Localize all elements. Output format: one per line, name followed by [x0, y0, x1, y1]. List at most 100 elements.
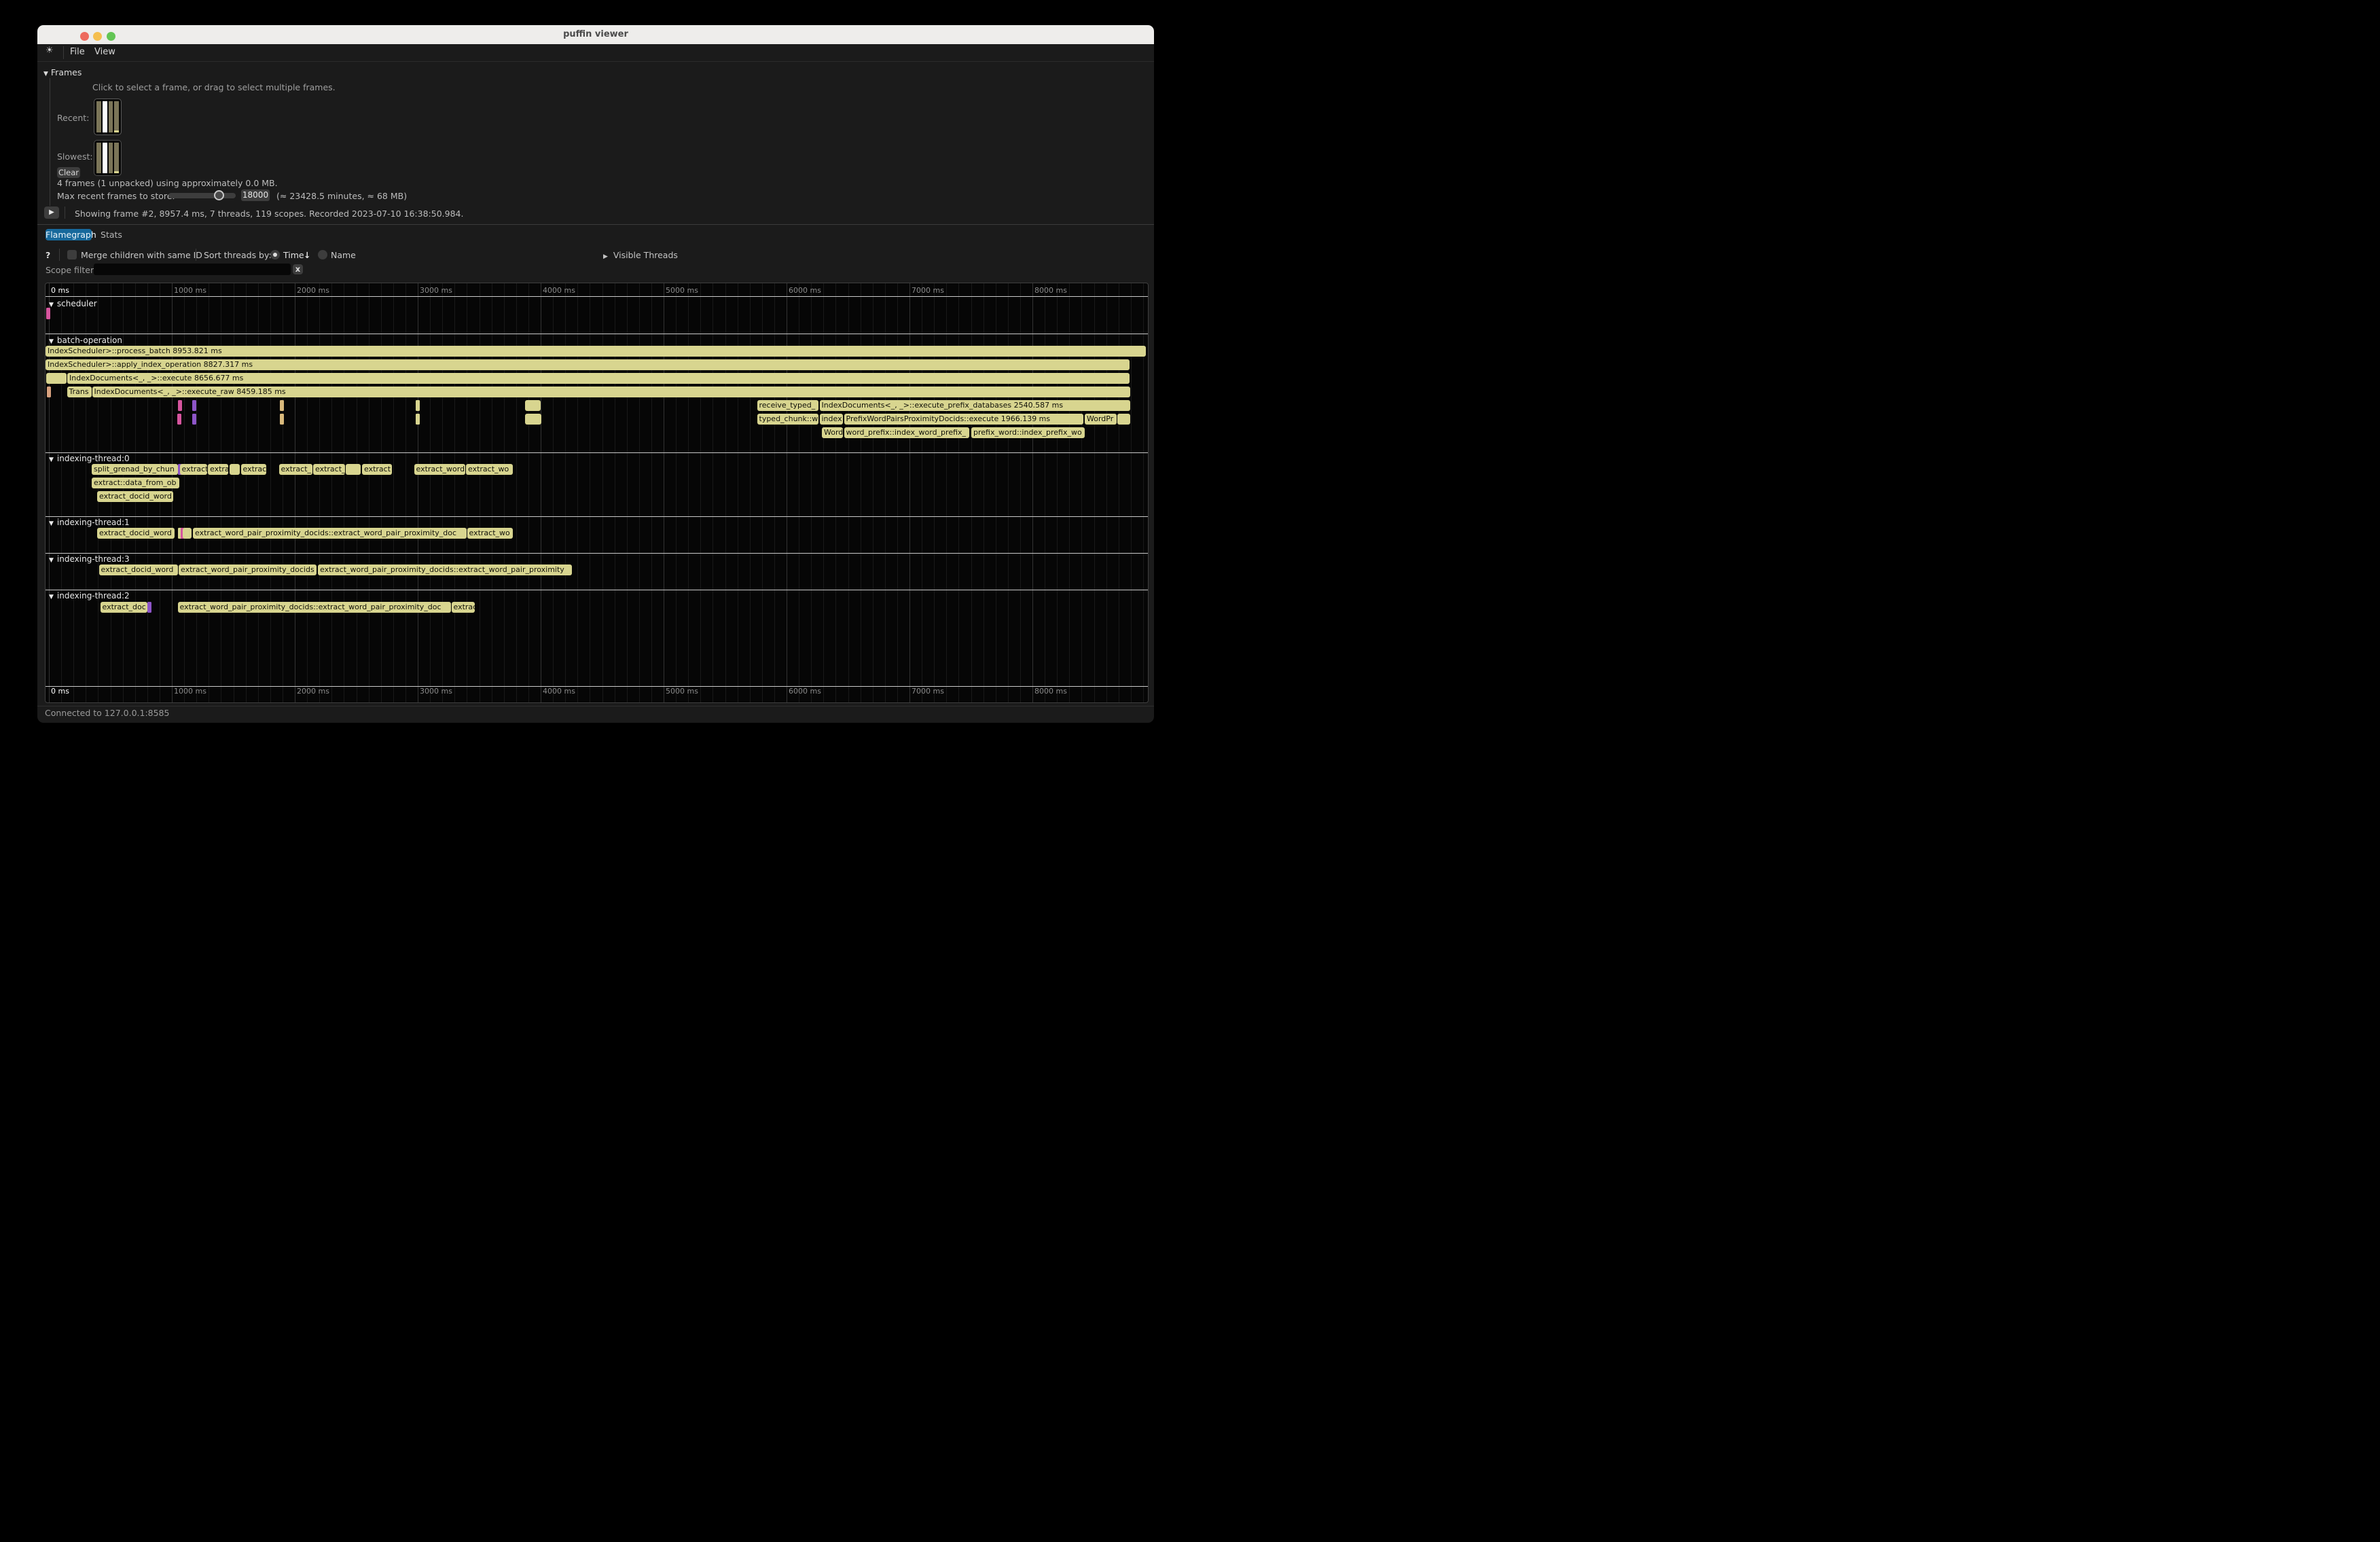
menu-view[interactable]: View — [94, 47, 115, 57]
scope-bar[interactable] — [416, 400, 420, 411]
visible-threads-header[interactable]: ▶ Visible Threads — [603, 250, 678, 260]
scope-bar[interactable]: extract_doc — [101, 602, 147, 613]
scope-bar[interactable]: receive_typed_ — [757, 400, 818, 411]
max-frames-slider[interactable] — [168, 193, 236, 198]
scope-bar[interactable] — [47, 387, 51, 397]
frame-preview-bar — [114, 101, 119, 132]
frames-section-header[interactable]: ▼ Frames — [43, 67, 82, 77]
titlebar: puffin viewer — [37, 25, 1154, 44]
ruler-tick-label: 7000 ms — [912, 687, 944, 696]
max-frames-value[interactable]: 18000 — [241, 190, 270, 201]
scope-bar[interactable]: extract_word_pair_proximity_docids::extr… — [178, 602, 451, 613]
scope-bar[interactable]: extract — [362, 464, 392, 475]
scope-bar[interactable] — [46, 308, 50, 319]
thread-section-header[interactable]: ▼scheduler — [49, 299, 97, 308]
scope-bar[interactable]: index — [820, 414, 843, 425]
collapse-triangle-icon: ▼ — [49, 594, 54, 600]
scope-bar[interactable] — [178, 400, 182, 411]
ruler-tick-label: 2000 ms — [297, 687, 329, 696]
scope-bar[interactable]: IndexDocuments<_, _>::execute_raw 8459.1… — [92, 387, 1130, 397]
scope-bar[interactable]: extract_word_pair_proximity_docids — [179, 564, 317, 575]
slider-knob[interactable] — [214, 190, 224, 200]
thread-section-header[interactable]: ▼indexing-thread:3 — [49, 554, 130, 564]
scope-bar[interactable]: extract — [180, 464, 208, 475]
thread-section-header[interactable]: ▼indexing-thread:1 — [49, 518, 130, 527]
scope-bar[interactable]: split_grenad_by_chun — [92, 464, 178, 475]
scope-bar[interactable]: IndexDocuments<_, _>::execute 8656.677 m… — [67, 373, 1130, 384]
scope-bar[interactable]: extract_word — [414, 464, 466, 475]
scope-bar[interactable]: extract_ — [313, 464, 345, 475]
frames-hint: Click to select a frame, or drag to sele… — [92, 82, 336, 92]
scope-bar[interactable]: extract_ — [279, 464, 312, 475]
scope-bar[interactable]: word_prefix::index_word_prefix_ — [844, 427, 970, 438]
scope-bar[interactable] — [192, 414, 196, 425]
thread-section-header[interactable]: ▼indexing-thread:0 — [49, 454, 130, 463]
merge-children-checkbox[interactable] — [67, 250, 77, 259]
scope-bar[interactable] — [192, 400, 196, 411]
scope-bar[interactable]: extrac — [452, 602, 475, 613]
scope-bar[interactable] — [1117, 414, 1130, 425]
scope-bar[interactable] — [177, 414, 181, 425]
slowest-frames-thumbnail[interactable] — [94, 140, 122, 176]
scope-bar[interactable]: Trans — [67, 387, 92, 397]
ruler-line — [46, 296, 1148, 297]
scope-bar[interactable]: extrac — [241, 464, 267, 475]
app-window: puffin viewer ☀ File View ▼ Frames Click… — [37, 25, 1154, 723]
ruler-tick-label: 4000 ms — [543, 286, 575, 295]
scope-bar[interactable] — [416, 414, 420, 425]
scope-bar[interactable]: extract::data_from_ob — [92, 478, 179, 488]
scope-bar[interactable] — [46, 373, 67, 384]
scope-bar[interactable]: PrefixWordPairsProximityDocids::execute … — [844, 414, 1083, 425]
scope-bar[interactable]: IndexDocuments<_, _>::execute_prefix_dat… — [820, 400, 1131, 411]
scope-bar[interactable]: extract_word_pair_proximity_docids::extr… — [193, 528, 467, 539]
scope-bar[interactable] — [280, 400, 284, 411]
showing-frame-text: Showing frame #2, 8957.4 ms, 7 threads, … — [75, 209, 463, 219]
sort-name-radio[interactable] — [318, 250, 327, 259]
sort-time-label: Time — [283, 250, 304, 260]
ruler-tick-label: 3000 ms — [420, 286, 452, 295]
scope-bar[interactable]: IndexScheduler>::apply_index_operation 8… — [46, 359, 1130, 370]
play-icon: ▶ — [49, 209, 54, 216]
scope-bar[interactable]: extract_docid_word — [97, 528, 175, 539]
scope-bar[interactable] — [346, 464, 361, 475]
flamegraph-panel[interactable]: 0 ms0 ms1000 ms1000 ms2000 ms2000 ms3000… — [45, 283, 1149, 703]
scope-bar[interactable] — [280, 414, 284, 425]
recent-frames-thumbnail[interactable] — [94, 98, 122, 135]
scope-bar[interactable]: IndexScheduler>::process_batch 8953.821 … — [46, 346, 1146, 357]
scope-filter-input[interactable] — [94, 264, 291, 275]
help-button[interactable]: ? — [46, 250, 50, 260]
frame-preview-bar — [103, 101, 107, 132]
scope-bar[interactable]: prefix_word::index_prefix_wo — [971, 427, 1085, 438]
ruler-tick-label: 7000 ms — [912, 286, 944, 295]
sort-time-radio[interactable] — [270, 250, 280, 259]
scope-bar[interactable]: extract_wo — [466, 464, 513, 475]
collapse-triangle-icon: ▼ — [49, 520, 54, 527]
scope-bar[interactable] — [183, 528, 192, 539]
scope-bar[interactable] — [525, 400, 541, 411]
scope-filter-clear-button[interactable]: x — [293, 264, 303, 274]
play-button[interactable]: ▶ — [44, 207, 59, 219]
tab-flamegraph[interactable]: Flamegraph — [46, 229, 92, 240]
scope-bar[interactable] — [230, 464, 240, 475]
menu-file[interactable]: File — [70, 47, 85, 57]
scope-bar[interactable]: typed_chunk::w — [757, 414, 818, 425]
tab-stats[interactable]: Stats — [100, 229, 123, 240]
scope-bar[interactable]: WordPr — [1085, 414, 1117, 425]
scope-bar[interactable]: Word — [822, 427, 843, 438]
scope-bar[interactable] — [525, 414, 541, 425]
sort-name-label: Name — [331, 250, 356, 260]
theme-sun-icon[interactable]: ☀ — [46, 46, 54, 56]
merge-children-label: Merge children with same ID — [81, 250, 202, 260]
thread-section-header[interactable]: ▼batch-operation — [49, 336, 122, 345]
section-divider — [46, 516, 1148, 517]
scope-bar[interactable]: extract_word_pair_proximity_docids::extr… — [318, 564, 572, 575]
sort-direction-arrow-icon[interactable]: ↓ — [304, 250, 310, 260]
scope-bar[interactable]: extract_docid_word — [97, 491, 173, 502]
clear-button[interactable]: Clear — [57, 167, 80, 178]
scope-bar[interactable] — [147, 602, 151, 613]
scope-bar[interactable]: extract_docid_word — [99, 564, 178, 575]
thread-section-header[interactable]: ▼indexing-thread:2 — [49, 591, 130, 600]
divider — [37, 224, 1154, 225]
scope-bar[interactable]: extract_wo — [467, 528, 513, 539]
scope-bar[interactable]: extra — [208, 464, 228, 475]
